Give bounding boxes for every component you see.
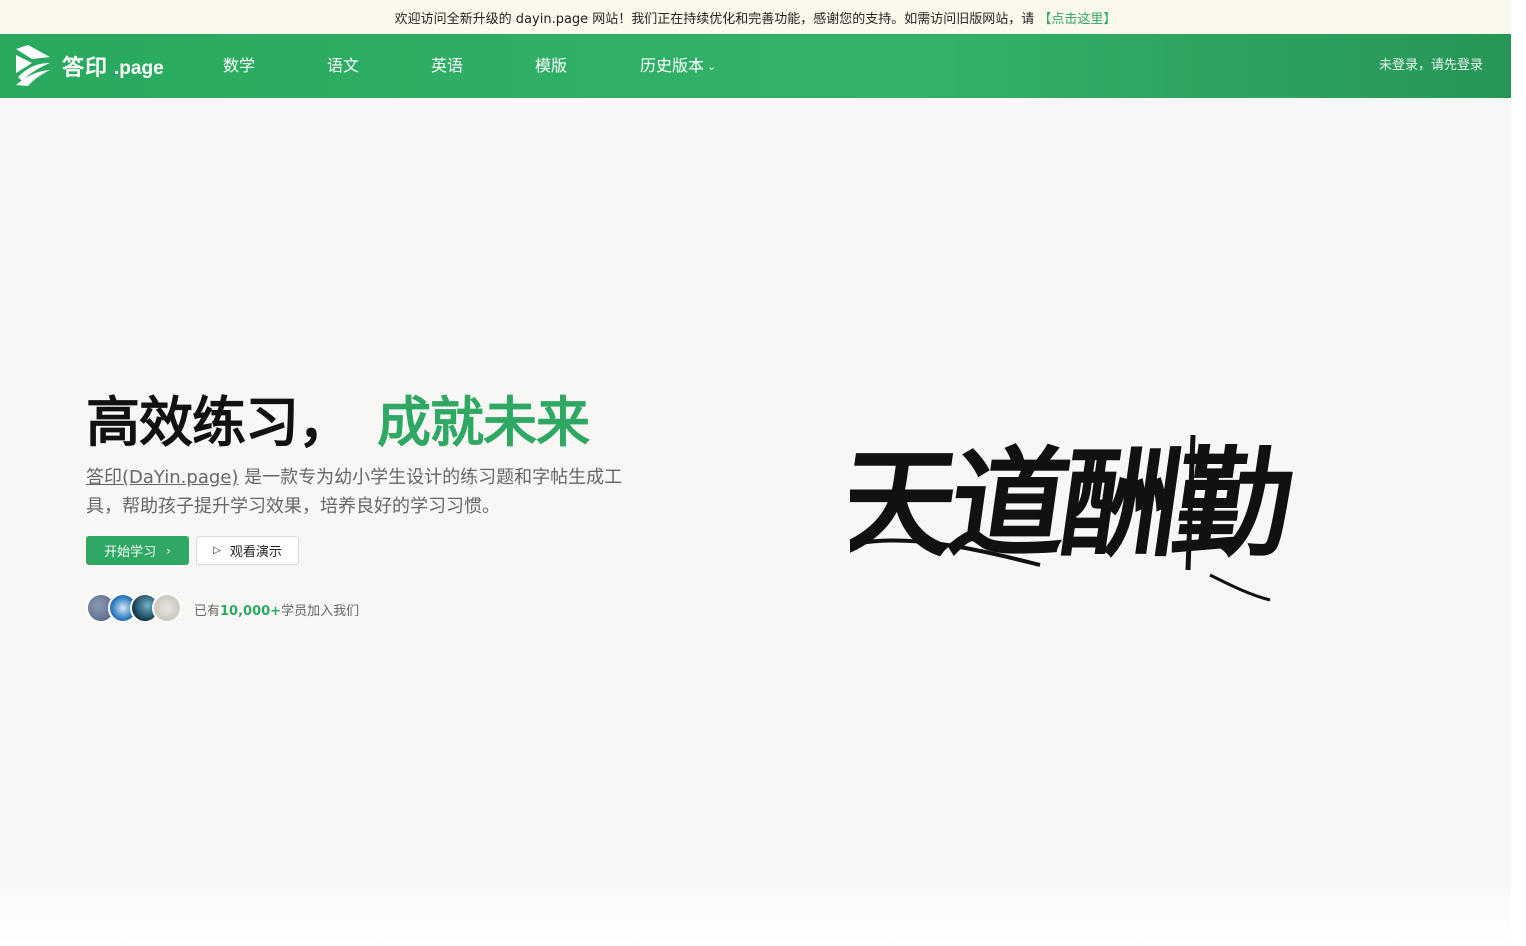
page: 欢迎访问全新升级的 dayin.page 网站！我们正在持续优化和完善功能，感谢… xyxy=(0,0,1511,946)
logo[interactable]: 答印 .page xyxy=(14,44,164,88)
login-link[interactable]: 未登录，请先登录 xyxy=(1379,34,1483,98)
hero-headline: 高效练习， 成就未来 xyxy=(86,378,590,457)
headline-main: 高效练习， xyxy=(86,391,352,454)
members-prefix: 已有 xyxy=(194,604,221,619)
members-suffix: 学员加入我们 xyxy=(281,604,360,619)
headline-accent: 成就未来 xyxy=(377,391,590,454)
start-learning-button[interactable]: 开始学习 › xyxy=(86,536,189,565)
members-count: 10,000+ xyxy=(220,604,282,619)
logo-suffix: .page xyxy=(114,58,164,79)
chevron-down-icon: ⌄ xyxy=(707,60,717,73)
announcement-text: 欢迎访问全新升级的 dayin.page 网站！我们正在持续优化和完善功能，感谢… xyxy=(394,11,1035,27)
chevron-right-icon: › xyxy=(166,543,171,558)
announcement-bar: 欢迎访问全新升级的 dayin.page 网站！我们正在持续优化和完善功能，感谢… xyxy=(0,0,1511,34)
nav-english[interactable]: 英语 xyxy=(431,34,463,98)
nav-history-dropdown[interactable]: 历史版本 ⌄ xyxy=(640,34,716,98)
hero-description: 答印(DaYin.page) 是一款专为幼小学生设计的练习题和字帖生成工具，帮助… xyxy=(86,463,626,521)
avatar xyxy=(152,593,182,623)
navbar: 答印 .page 数学 语文 英语 模版 历史版本 ⌄ 未登录，请先登录 xyxy=(0,34,1511,98)
nav-math[interactable]: 数学 xyxy=(223,34,255,98)
old-site-link[interactable]: 【点击这里】 xyxy=(1038,8,1116,27)
logo-icon xyxy=(16,45,50,86)
description-brand-link[interactable]: 答印(DaYin.page) xyxy=(86,467,238,488)
nav-chinese[interactable]: 语文 xyxy=(327,34,359,98)
start-learning-label: 开始学习 xyxy=(104,545,157,560)
nav-templates[interactable]: 模版 xyxy=(535,34,567,98)
nav-history-label: 历史版本 xyxy=(640,56,705,75)
play-icon: ▷ xyxy=(213,545,221,556)
watch-demo-label: 观看演示 xyxy=(229,545,282,560)
hero-bottom-fade xyxy=(0,890,1511,946)
logo-text: 答印 xyxy=(62,56,109,81)
calligraphy-text: 天道酬勤 xyxy=(850,435,1299,573)
member-avatars xyxy=(86,593,182,623)
watch-demo-button[interactable]: ▷ 观看演示 xyxy=(196,536,299,565)
members-count-text: 已有10,000+学员加入我们 xyxy=(194,600,359,619)
calligraphy-image: 天道酬勤 xyxy=(850,435,1299,602)
